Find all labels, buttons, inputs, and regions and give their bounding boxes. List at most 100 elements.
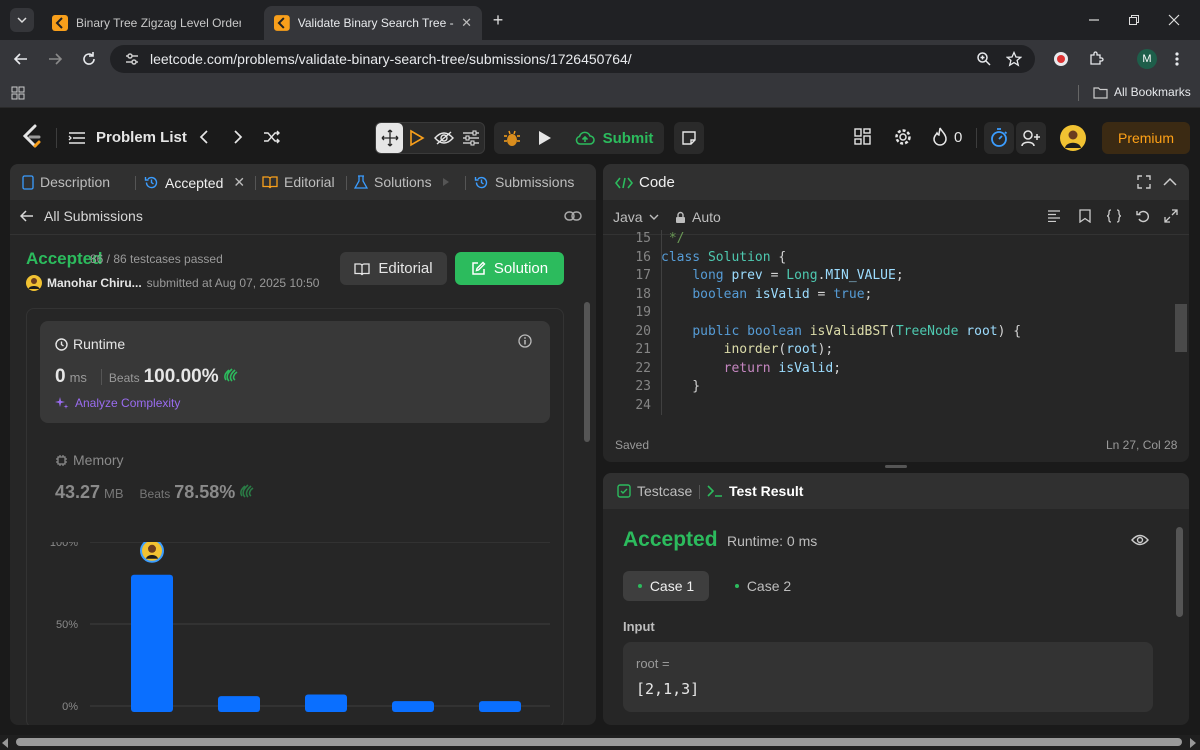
zoom-icon[interactable] (975, 50, 993, 68)
solution-button[interactable]: Solution (455, 252, 564, 285)
chart-bar (392, 701, 434, 712)
tab-description[interactable]: Description (22, 174, 110, 190)
run-button[interactable] (533, 126, 557, 150)
close-window-icon[interactable] (1162, 8, 1186, 32)
fullscreen-icon[interactable] (1135, 173, 1153, 191)
url-text: leetcode.com/problems/validate-binary-se… (150, 51, 632, 67)
extension-icon[interactable] (1052, 50, 1070, 68)
runtime-distribution-chart[interactable]: 100% 50% 0% (40, 542, 560, 725)
leetcode-logo[interactable] (20, 124, 44, 150)
problem-list-button[interactable]: Problem List (68, 129, 187, 146)
line-number: 21 (635, 342, 651, 357)
result-scrollbar[interactable] (1176, 527, 1183, 617)
leetcode-header: Problem List Submit 0 Premium (0, 108, 1200, 164)
scroll-right-icon[interactable] (1190, 738, 1196, 748)
avatar[interactable] (1060, 125, 1086, 151)
address-bar[interactable]: leetcode.com/problems/validate-binary-se… (110, 45, 1035, 73)
link-icon[interactable] (562, 206, 584, 226)
bookmark-star-icon[interactable] (1005, 50, 1023, 68)
new-tab-button[interactable]: + (486, 8, 510, 32)
next-problem-icon[interactable] (228, 126, 248, 148)
line-number: 23 (635, 379, 651, 394)
bookmarks-bar: All Bookmarks (0, 78, 1200, 108)
settings-sliders-icon[interactable] (459, 126, 483, 150)
line-number: 15 (635, 231, 651, 246)
arrow-left-icon (20, 210, 33, 222)
collapse-icon[interactable] (1161, 173, 1179, 191)
extensions-puzzle-icon[interactable] (1087, 50, 1105, 68)
browser-tab-bar: Binary Tree Zigzag Level Order Validate … (0, 0, 1200, 40)
tab-test-result-label: Test Result (729, 483, 804, 499)
prev-problem-icon[interactable] (194, 126, 214, 148)
forward-button[interactable] (44, 48, 66, 70)
tab-submissions[interactable]: Submissions (474, 174, 574, 190)
avatar-head (148, 544, 156, 553)
all-submissions-link[interactable]: All Submissions (20, 208, 143, 224)
tab-accepted[interactable]: Accepted ✕ (144, 174, 245, 191)
tab-editorial[interactable]: Editorial (262, 174, 335, 190)
reset-icon[interactable] (1134, 207, 1152, 225)
submitter-name[interactable]: Manohar Chiru... (47, 276, 142, 290)
browser-tab-validate-bst[interactable]: Validate Binary Search Tree - Le ✕ (264, 6, 482, 40)
tab-search-button[interactable] (10, 8, 34, 32)
hide-icon[interactable] (432, 126, 456, 150)
case-2-tab[interactable]: Case 2 (723, 571, 803, 601)
site-info-icon[interactable] (124, 51, 140, 67)
runtime-value: 0 (55, 366, 66, 387)
case-2-label: Case 2 (746, 578, 792, 594)
scroll-left-icon[interactable] (2, 738, 8, 748)
panel-resize-handle[interactable] (885, 465, 907, 468)
browser-menu-icon[interactable] (1168, 50, 1186, 68)
minimize-icon[interactable] (1082, 8, 1106, 32)
tab-solutions[interactable]: Solutions (354, 174, 450, 190)
restore-icon[interactable] (1122, 8, 1146, 32)
profile-avatar[interactable]: M (1137, 49, 1157, 69)
apps-grid-icon[interactable] (10, 85, 26, 101)
code-title-label: Code (639, 174, 675, 191)
chart-bar (218, 696, 260, 712)
code-scrollbar[interactable] (1175, 304, 1187, 352)
leetcode-favicon-icon (274, 15, 290, 31)
layout-grid-icon[interactable] (852, 126, 874, 148)
gear-icon[interactable] (892, 126, 914, 148)
submit-button[interactable]: Submit (566, 124, 662, 152)
timer-icon[interactable] (984, 122, 1014, 154)
add-collaborator-icon[interactable] (1016, 122, 1046, 154)
info-icon[interactable] (516, 332, 534, 350)
code-editor[interactable]: */class Solution { long prev = Long.MIN_… (661, 230, 1171, 416)
drag-layout-icon[interactable] (376, 123, 403, 153)
notes-icon[interactable] (674, 122, 704, 154)
terminal-icon (707, 485, 722, 497)
scroll-thumb[interactable] (16, 738, 1182, 746)
reload-button[interactable] (78, 48, 100, 70)
expand-icon[interactable] (1162, 207, 1180, 225)
language-select[interactable]: Java (613, 209, 659, 225)
debug-icon[interactable] (500, 126, 524, 150)
premium-button[interactable]: Premium (1102, 122, 1190, 154)
case-1-tab[interactable]: Case 1 (623, 571, 709, 601)
tab-testcase[interactable]: Testcase (617, 483, 692, 499)
input-value[interactable]: [2,1,3] (636, 680, 699, 698)
chart-y-tick-label: 0% (62, 701, 78, 713)
eye-icon[interactable] (1130, 531, 1150, 549)
bookmark-icon[interactable] (1076, 207, 1094, 225)
line-number: 16 (635, 249, 651, 265)
testcases-passed: 86 / 86 testcases passed (90, 252, 223, 266)
back-button[interactable] (10, 48, 32, 70)
run-outline-icon[interactable] (405, 126, 429, 150)
left-scrollbar[interactable] (584, 302, 590, 442)
runtime-values-row: 0 ms Beats 100.00% (55, 366, 239, 388)
browser-tab-zigzag[interactable]: Binary Tree Zigzag Level Order (42, 6, 260, 40)
streak-counter[interactable]: 0 (932, 127, 962, 147)
browser-tab-title: Binary Tree Zigzag Level Order (76, 16, 241, 30)
braces-icon[interactable] (1104, 207, 1124, 225)
close-tab-icon[interactable]: ✕ (233, 174, 245, 191)
shuffle-icon[interactable] (262, 126, 282, 148)
editorial-button[interactable]: Editorial (340, 252, 447, 285)
tab-test-result[interactable]: Test Result (707, 483, 803, 499)
analyze-complexity-link[interactable]: Analyze Complexity (55, 396, 180, 410)
all-bookmarks-button[interactable]: All Bookmarks (1093, 85, 1191, 99)
format-icon[interactable] (1045, 207, 1063, 225)
close-tab-icon[interactable]: ✕ (461, 15, 472, 31)
auto-mode[interactable]: Auto (675, 209, 721, 225)
